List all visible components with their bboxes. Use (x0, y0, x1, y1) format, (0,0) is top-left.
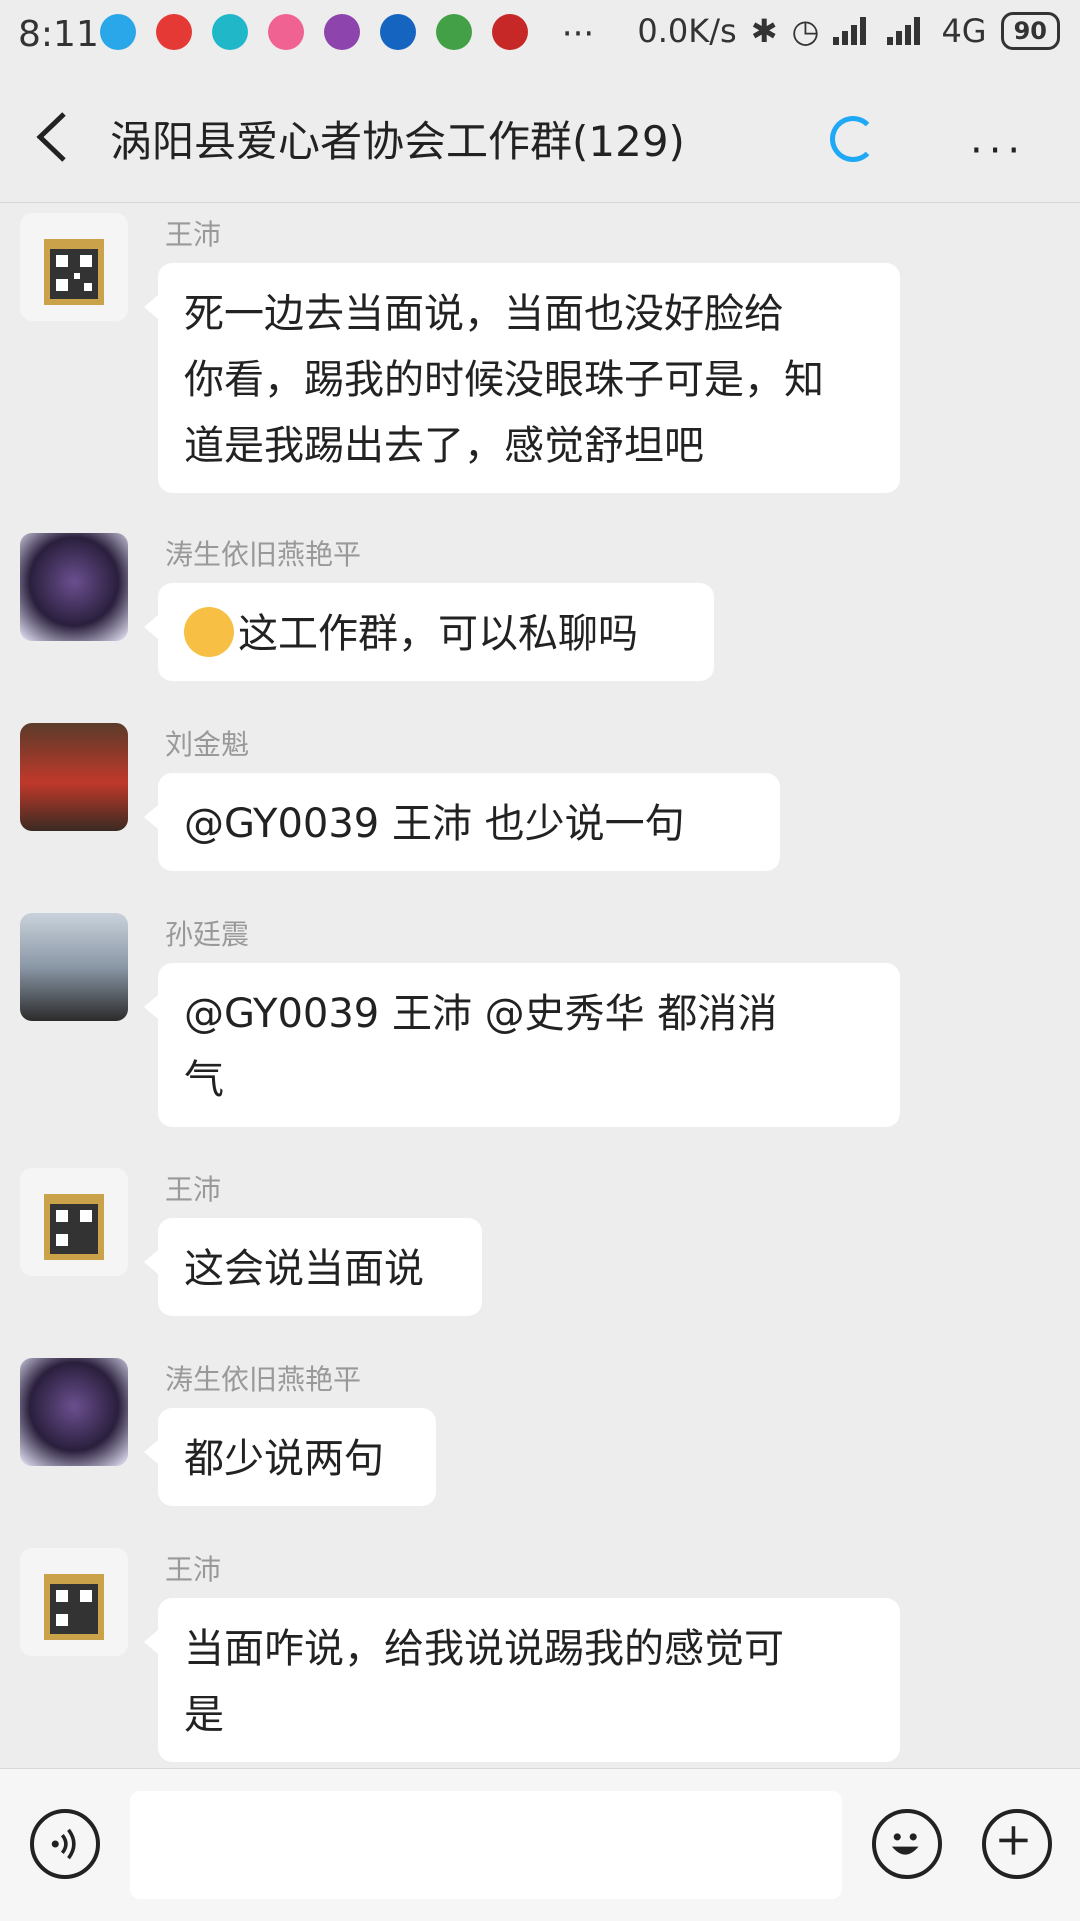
message-text: 当面咋说，给我说说踢我的感觉可 (184, 1626, 784, 1672)
message-text: 这会说当面说 (184, 1246, 424, 1292)
message-bubble[interactable]: @GY0039 王沛 也少说一句 (144, 773, 780, 871)
portrait-avatar[interactable] (20, 533, 128, 641)
message-text: 都少说两句 (184, 1436, 384, 1482)
bluetooth-icon: ✱ (750, 12, 778, 50)
composer-bar (0, 1768, 1080, 1921)
message-text: 死一边去当面说，当面也没好脸给 (184, 291, 784, 337)
message-input[interactable] (130, 1791, 842, 1899)
signal-icon (887, 17, 927, 45)
network-type: 4G (941, 12, 987, 50)
message-bubble[interactable]: 这会说当面说 (144, 1218, 482, 1316)
more-notifications-icon: ··· (561, 14, 595, 54)
message-text: 气 (184, 1057, 224, 1103)
photo-avatar[interactable] (20, 723, 128, 831)
status-time: 8:11 (18, 14, 99, 55)
sender-name: 涛生依旧燕艳平 (165, 1363, 362, 1396)
notification-icon (436, 14, 472, 50)
sender-name: 涛生依旧燕艳平 (165, 538, 362, 571)
sender-name: 孙廷震 (165, 918, 250, 951)
battery-indicator: 90 (1000, 12, 1060, 50)
message-text: @GY0039 王沛 @史秀华 都消消 (184, 991, 778, 1037)
message-list[interactable]: 王沛 死一边去当面说，当面也没好脸给 你看，踢我的时候没眼珠子可是，知 道是我踢… (0, 203, 1080, 1768)
voice-icon[interactable] (30, 1809, 100, 1879)
message-bubble[interactable]: @GY0039 王沛 @史秀华 都消消 气 (144, 963, 900, 1127)
message-bubble[interactable]: 死一边去当面说，当面也没好脸给 你看，踢我的时候没眼珠子可是，知 道是我踢出去了… (144, 263, 900, 493)
loading-icon (830, 116, 876, 162)
message-text: 你看，踢我的时候没眼珠子可是，知 (184, 357, 824, 403)
notification-icon (156, 14, 192, 50)
message-bubble[interactable]: 当面咋说，给我说说踢我的感觉可 是 (144, 1598, 900, 1762)
notification-icon (100, 14, 136, 50)
message-bubble[interactable]: 这工作群，可以私聊吗 (144, 583, 714, 681)
message-text: 道是我踢出去了，感觉舒坦吧 (184, 423, 704, 469)
signal-icon (833, 17, 873, 45)
more-options-button[interactable]: ··· (970, 128, 1026, 174)
sender-name: 王沛 (165, 218, 222, 251)
status-right: 0.0K/s ✱ ◷ 4G 90 (637, 12, 1060, 50)
alarm-icon: ◷ (791, 12, 820, 50)
notification-icon (268, 14, 304, 50)
qr-avatar[interactable] (20, 1548, 128, 1656)
portrait-avatar[interactable] (20, 1358, 128, 1466)
notification-icon (492, 14, 528, 50)
emoji-icon[interactable] (872, 1809, 942, 1879)
message-text: @GY0039 王沛 也少说一句 (184, 801, 685, 847)
status-bar: 8:11 ··· 0.0K/s ✱ ◷ 4G 90 (0, 0, 1080, 72)
qr-avatar[interactable] (20, 213, 128, 321)
chat-header: 涡阳县爱心者协会工作群(129) ··· (0, 72, 1080, 203)
message-text: 是 (184, 1692, 224, 1738)
message-text: 这工作群，可以私聊吗 (238, 611, 638, 657)
notification-icon (212, 14, 248, 50)
back-button[interactable] (30, 110, 78, 164)
message-bubble[interactable]: 都少说两句 (144, 1408, 436, 1506)
plus-icon[interactable] (982, 1809, 1052, 1879)
notification-icons: ··· (100, 14, 608, 54)
sender-name: 刘金魁 (165, 728, 250, 761)
dizzy-face-emoji (184, 607, 234, 657)
chat-title: 涡阳县爱心者协会工作群(129) (110, 117, 685, 166)
qr-avatar[interactable] (20, 1168, 128, 1276)
notification-icon (380, 14, 416, 50)
sender-name: 王沛 (165, 1173, 222, 1206)
notification-icon (324, 14, 360, 50)
sender-name: 王沛 (165, 1553, 222, 1586)
network-speed: 0.0K/s (637, 12, 737, 50)
photo-avatar[interactable] (20, 913, 128, 1021)
